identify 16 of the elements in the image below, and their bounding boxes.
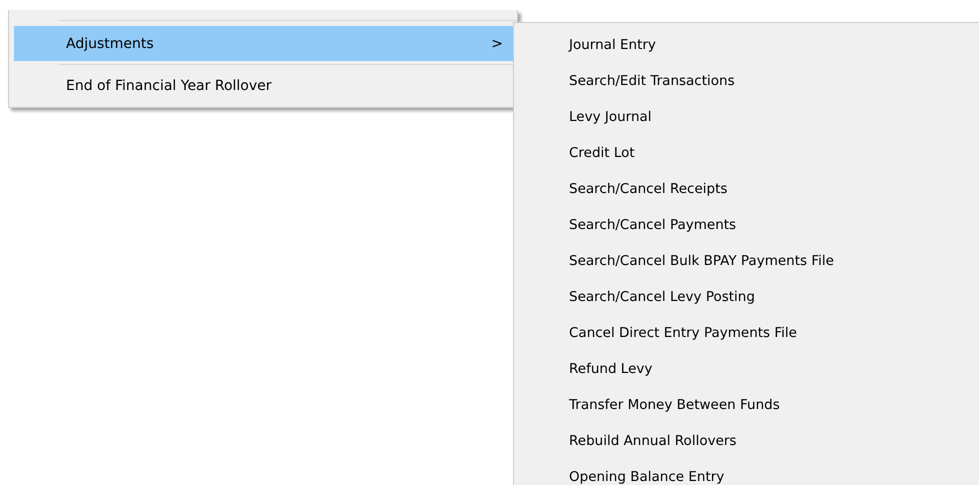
menu-item[interactable]: Search/Cancel Levy Posting — [514, 279, 979, 315]
menu-item[interactable]: Search/Cancel Payments — [514, 207, 979, 243]
menu-item[interactable]: Journal Entry — [514, 27, 979, 63]
menu-item[interactable]: Search/Edit Transactions — [514, 63, 979, 99]
menu-item[interactable]: Search/Cancel Bulk BPAY Payments File — [514, 243, 979, 279]
menu-item[interactable]: End of Financial Year Rollover — [14, 68, 515, 103]
menu-item[interactable]: Adjustments > — [14, 26, 515, 61]
submenu-arrow-icon: > — [491, 36, 503, 52]
menu-item[interactable]: Refund Levy — [514, 351, 979, 387]
menu-item[interactable]: Cancel Direct Entry Payments File — [514, 315, 979, 351]
menu-item[interactable]: Transfer Money Between Funds — [514, 387, 979, 423]
menu-item[interactable]: Search/Cancel Receipts — [514, 171, 979, 207]
menu-item[interactable]: Levy Journal — [514, 99, 979, 135]
menu-item[interactable]: Credit Lot — [514, 135, 979, 171]
menu-item[interactable]: Opening Balance Entry — [514, 459, 979, 485]
menu-item[interactable]: Rebuild Annual Rollovers — [514, 423, 979, 459]
